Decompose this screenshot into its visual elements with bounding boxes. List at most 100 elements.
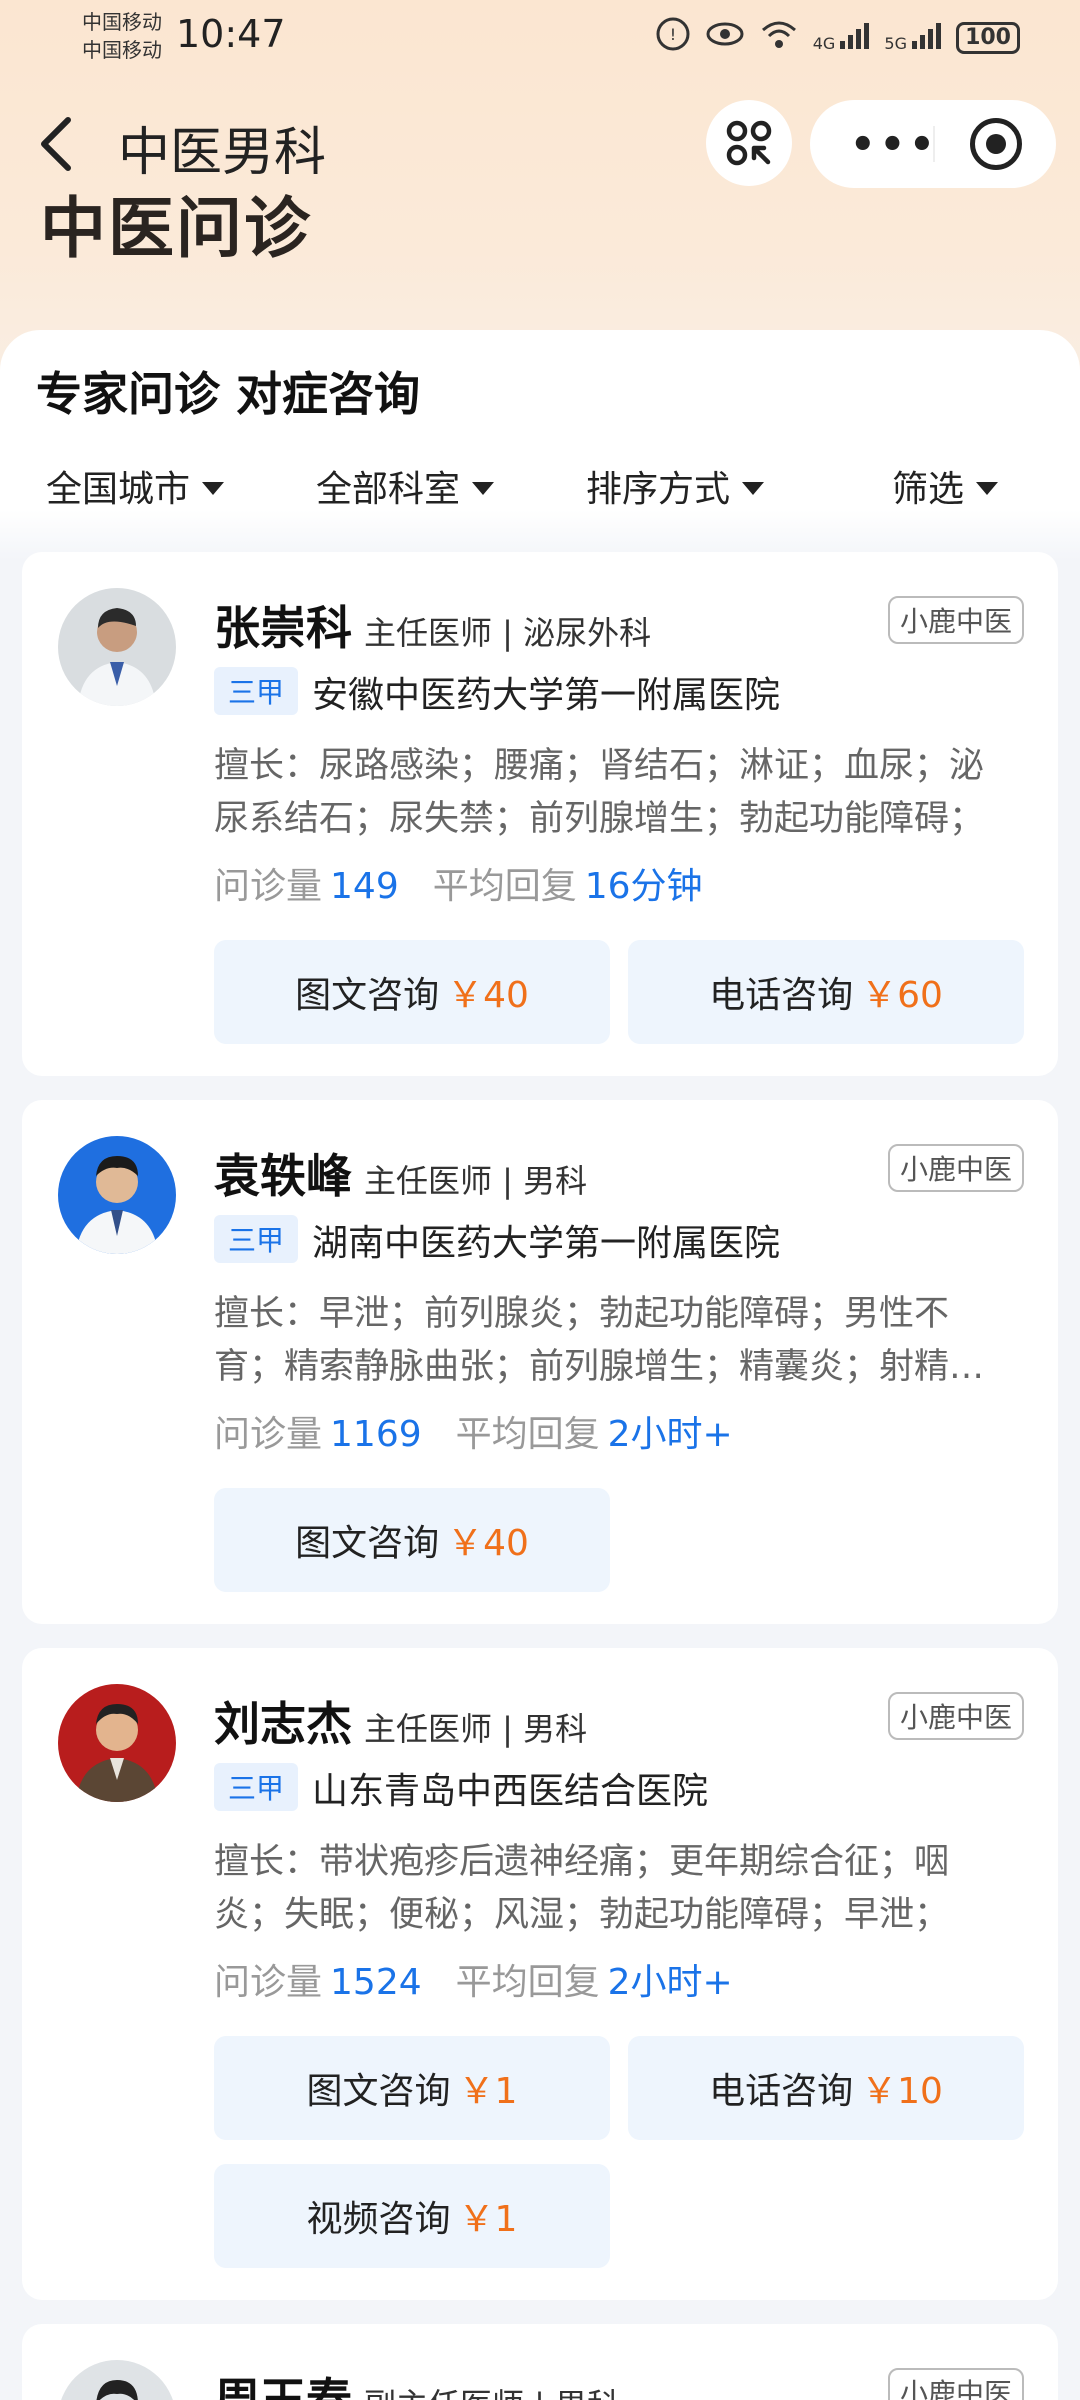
- reply-time-label: 平均回复: [455, 1962, 600, 2003]
- wifi-icon: [759, 18, 799, 57]
- consult-count-label: 问诊量: [214, 1962, 323, 2003]
- clock: 10:47: [176, 12, 286, 56]
- expertise-text: 擅长：早泄；前列腺炎；勃起功能障碍；男性不育；精索静脉曲张；前列腺增生；精囊炎；…: [214, 1294, 985, 1387]
- service-label: 电话咨询: [709, 2071, 854, 2112]
- service-label: 电话咨询: [709, 975, 854, 1016]
- filter-bar: 全国城市 全部科室 排序方式 筛选: [0, 460, 1080, 512]
- hospital-name: 安徽中医药大学第一附属医院: [312, 675, 781, 716]
- service-price: ￥10: [861, 2071, 943, 2112]
- network-type-1: 4G: [812, 33, 836, 53]
- avatar: [58, 1684, 176, 1802]
- caret-down-icon: [742, 481, 764, 495]
- doctor-name: 刘志杰: [214, 1697, 352, 1751]
- source-badge: 小鹿中医: [887, 596, 1024, 644]
- source-badge: 小鹿中医: [887, 2368, 1024, 2400]
- carrier-2: 中国移动: [82, 38, 162, 62]
- reply-time: 2小时+: [607, 1962, 733, 2003]
- avatar: [58, 1136, 176, 1254]
- text-consult-button[interactable]: 图文咨询 ￥40: [214, 1488, 610, 1592]
- doctor-name: 袁轶峰: [214, 1149, 352, 1203]
- doctor-card[interactable]: 刘志杰 主任医师 | 男科 小鹿中医 三甲 山东青岛中西医结合医院 擅长：带状疱…: [22, 1648, 1058, 2300]
- hospital-grade-badge: 三甲: [214, 1763, 299, 1811]
- caret-down-icon: [472, 481, 494, 495]
- doctor-card[interactable]: 袁轶峰 主任医师 | 男科 小鹿中医 三甲 湖南中医药大学第一附属医院 擅长：早…: [22, 1100, 1058, 1624]
- filter-sort[interactable]: 排序方式: [540, 460, 810, 512]
- filter-city[interactable]: 全国城市: [0, 460, 270, 512]
- doctor-name: 周玉春: [214, 2373, 352, 2400]
- doctor-card[interactable]: 周玉春 副主任医师 | 男科 小鹿中医: [22, 2324, 1058, 2400]
- mini-program-capsule: •••: [810, 100, 1056, 188]
- carrier-1: 中国移动: [82, 10, 162, 34]
- expertise-text: 擅长：尿路感染；腰痛；肾结石；淋证；血尿；泌尿系结石；尿失禁；前列腺增生；勃起功…: [214, 746, 985, 839]
- filter-label: 全部科室: [315, 469, 460, 510]
- caret-down-icon: [976, 481, 998, 495]
- doctor-stats: 问诊量 1524 平均回复 2小时+: [214, 1953, 767, 2005]
- service-price: ￥1: [458, 2199, 518, 2240]
- caret-down-icon: [202, 481, 224, 495]
- back-icon[interactable]: [34, 108, 82, 178]
- doctor-title: 副主任医师 | 男科: [364, 2380, 619, 2400]
- service-label: 图文咨询: [295, 975, 440, 1016]
- battery-icon: 100: [956, 21, 1020, 54]
- close-target-icon[interactable]: [970, 118, 1022, 170]
- reply-time-label: 平均回复: [432, 866, 577, 907]
- section-title: 专家问诊 对症咨询: [36, 367, 421, 421]
- scan-button[interactable]: [706, 100, 792, 186]
- reply-time: 2小时+: [607, 1414, 733, 1455]
- signal-icon-1: 4G: [812, 22, 871, 53]
- doctor-card[interactable]: 张崇科 主任医师 | 泌尿外科 小鹿中医 三甲 安徽中医药大学第一附属医院 擅长…: [22, 552, 1058, 1076]
- doctor-title: 主任医师 | 男科: [364, 1162, 588, 1200]
- nav-title: 中医男科: [118, 123, 327, 183]
- consult-count-label: 问诊量: [214, 1414, 323, 1455]
- filter-department[interactable]: 全部科室: [270, 460, 540, 512]
- network-type-2: 5G: [884, 33, 907, 53]
- avatar: [58, 588, 176, 706]
- eye-icon: [705, 19, 745, 56]
- doctor-title: 主任医师 | 男科: [364, 1710, 588, 1748]
- service-label: 图文咨询: [306, 2071, 451, 2112]
- consult-count: 149: [330, 866, 399, 907]
- service-price: ￥60: [861, 975, 943, 1016]
- video-consult-button[interactable]: 视频咨询 ￥1: [214, 2164, 610, 2268]
- consult-count: 1169: [330, 1414, 422, 1455]
- page-title: 中医问诊: [40, 189, 312, 267]
- service-label: 图文咨询: [295, 1523, 440, 1564]
- consult-count-label: 问诊量: [214, 866, 323, 907]
- reply-time: 16分钟: [584, 866, 703, 907]
- service-price: ￥1: [458, 2071, 518, 2112]
- hospital-grade-badge: 三甲: [214, 667, 299, 715]
- doctor-stats: 问诊量 1169 平均回复 2小时+: [214, 1405, 767, 1457]
- more-icon[interactable]: •••: [850, 122, 939, 168]
- source-badge: 小鹿中医: [887, 1144, 1024, 1192]
- phone-consult-button[interactable]: 电话咨询 ￥10: [628, 2036, 1024, 2140]
- status-bar: 中国移动 中国移动 10:47 ! 4G 5G 100: [0, 0, 1080, 80]
- source-badge: 小鹿中医: [887, 1692, 1024, 1740]
- filter-label: 全国城市: [45, 469, 190, 510]
- filter-screen[interactable]: 筛选: [810, 460, 1080, 512]
- service-label: 视频咨询: [306, 2199, 451, 2240]
- doctor-name: 张崇科: [214, 601, 352, 655]
- text-consult-button[interactable]: 图文咨询 ￥1: [214, 2036, 610, 2140]
- filter-label: 排序方式: [585, 469, 730, 510]
- signal-icon-2: 5G: [884, 22, 942, 53]
- consult-count: 1524: [330, 1962, 422, 2003]
- doctor-stats: 问诊量 149 平均回复 16分钟: [214, 857, 737, 909]
- hospital-name: 湖南中医药大学第一附属医院: [312, 1223, 781, 1264]
- filter-label: 筛选: [891, 469, 964, 510]
- text-consult-button[interactable]: 图文咨询 ￥40: [214, 940, 610, 1044]
- hospital-grade-badge: 三甲: [214, 1215, 299, 1263]
- service-price: ￥40: [447, 1523, 529, 1564]
- phone-consult-button[interactable]: 电话咨询 ￥60: [628, 940, 1024, 1044]
- doctor-title: 主任医师 | 泌尿外科: [364, 614, 652, 652]
- hospital-name: 山东青岛中西医结合医院: [312, 1771, 709, 1812]
- carrier-info: 中国移动 中国移动: [82, 8, 162, 64]
- expertise-text: 擅长：带状疱疹后遗神经痛；更年期综合征；咽炎；失眠；便秘；风湿；勃起功能障碍；早…: [214, 1842, 950, 1935]
- hd-call-icon: !: [655, 16, 691, 59]
- status-icons: ! 4G 5G 100: [655, 16, 1020, 59]
- scan-icon: [726, 120, 772, 166]
- reply-time-label: 平均回复: [455, 1414, 600, 1455]
- capsule-divider: [933, 126, 935, 162]
- svg-text:!: !: [670, 25, 676, 44]
- service-price: ￥40: [447, 975, 529, 1016]
- avatar: [58, 2360, 176, 2400]
